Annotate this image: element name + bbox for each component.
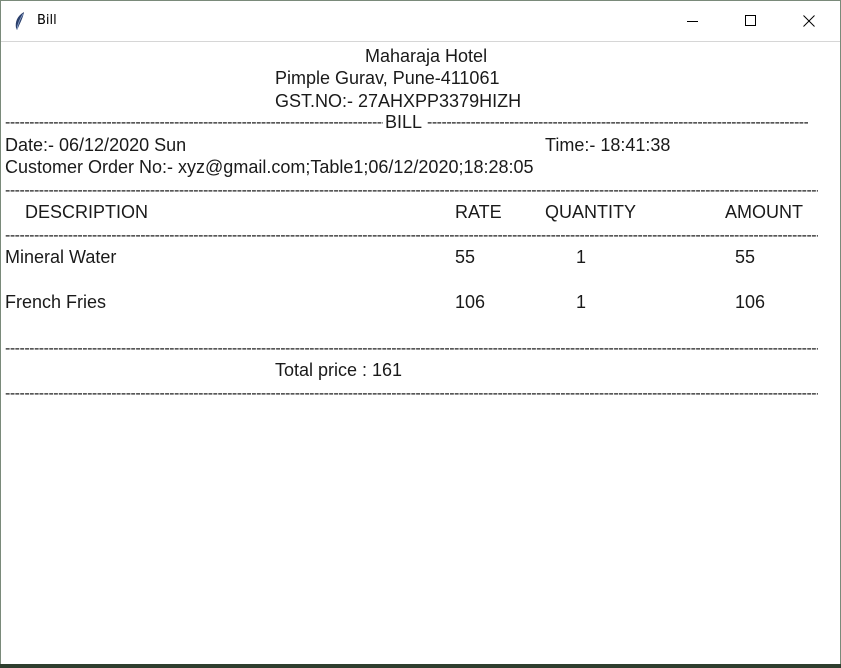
- column-header-rate: RATE: [455, 202, 502, 222]
- total-price: Total price : 161: [275, 360, 403, 380]
- column-header-amount: AMOUNT: [725, 202, 803, 222]
- item-rate: 106: [455, 292, 486, 312]
- close-button[interactable]: [780, 1, 838, 41]
- item-description: Mineral Water: [5, 247, 117, 267]
- bill-label: BILL: [385, 112, 423, 132]
- minimize-button[interactable]: [664, 1, 722, 41]
- item-quantity: 1: [576, 247, 587, 267]
- close-icon: [803, 15, 815, 27]
- item-quantity: 1: [576, 292, 587, 312]
- maximize-icon: [745, 15, 756, 26]
- hotel-name: Maharaja Hotel: [365, 46, 488, 66]
- bill-content: Maharaja Hotel Pimple Gurav, Pune-411061…: [1, 42, 840, 667]
- separator-left: ----------------------------------------…: [5, 115, 383, 131]
- separator-line: ----------------------------------------…: [5, 183, 818, 199]
- item-amount: 55: [735, 247, 756, 267]
- minimize-icon: [687, 21, 698, 22]
- item-rate: 55: [455, 247, 476, 267]
- hotel-address: Pimple Gurav, Pune-411061: [275, 68, 500, 88]
- customer-order-no: Customer Order No:- xyz@gmail.com;Table1…: [5, 157, 534, 177]
- window-border-bottom: [0, 664, 841, 668]
- title-bar[interactable]: Bill: [1, 1, 840, 42]
- separator-line: ----------------------------------------…: [5, 228, 818, 244]
- maximize-button[interactable]: [722, 1, 780, 41]
- column-header-description: DESCRIPTION: [25, 202, 149, 222]
- gst-number: GST.NO:- 27AHXPP3379HIZH: [275, 91, 522, 111]
- item-amount: 106: [735, 292, 766, 312]
- separator-line: ----------------------------------------…: [5, 341, 818, 357]
- separator-line: ----------------------------------------…: [5, 386, 818, 402]
- separator-right: ----------------------------------------…: [427, 115, 808, 131]
- feather-icon: [13, 11, 27, 31]
- bill-window: Bill Maharaja Hotel Pimple Gurav, Pune-4…: [0, 0, 841, 668]
- bill-separator: ----------------------------------------…: [5, 112, 808, 132]
- column-header-quantity: QUANTITY: [545, 202, 637, 222]
- bill-time: Time:- 18:41:38: [545, 135, 671, 155]
- item-description: French Fries: [5, 292, 107, 312]
- window-title: Bill: [37, 13, 57, 28]
- bill-date: Date:- 06/12/2020 Sun: [5, 135, 187, 155]
